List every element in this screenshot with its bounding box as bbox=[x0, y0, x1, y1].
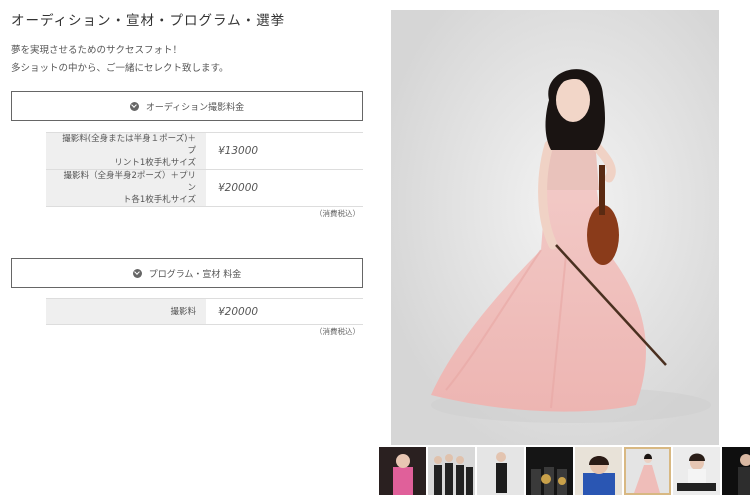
thumbnail[interactable] bbox=[477, 447, 524, 495]
accordion-program-pricing[interactable]: プログラム・宣材 料金 bbox=[11, 258, 363, 288]
thumbnail-pianist-in-white bbox=[673, 447, 720, 495]
accordion-label: プログラム・宣材 料金 bbox=[148, 269, 242, 280]
violinist-photo bbox=[391, 10, 719, 445]
thumbnail[interactable] bbox=[379, 447, 426, 495]
thumbnail-singer-in-blue bbox=[575, 447, 622, 495]
thumbnail[interactable] bbox=[624, 447, 671, 495]
thumbnail-woman-in-pink bbox=[379, 447, 426, 495]
tax-note: （消費税込） bbox=[315, 209, 360, 218]
price-table-audition: 撮影料(全身または半身１ポーズ)＋プ リント1枚手札サイズ ¥13000 撮影料（… bbox=[46, 132, 363, 207]
thumbnail[interactable] bbox=[722, 447, 750, 495]
price-row: 撮影料 ¥20000 bbox=[46, 299, 363, 325]
price-label: 撮影料(全身または半身１ポーズ)＋プ リント1枚手札サイズ bbox=[46, 133, 206, 169]
intro-text: 夢を実現させるためのサクセスフォト！ 多ショットの中から、ご一緒にセレクト致しま… bbox=[11, 42, 229, 78]
tax-note: （消費税込） bbox=[315, 327, 360, 336]
thumbnail-group-in-black bbox=[428, 447, 475, 495]
intro-line: 夢を実現させるためのサクセスフォト！ bbox=[11, 45, 183, 56]
price-table-program: 撮影料 ¥20000 bbox=[46, 298, 363, 325]
page-title: オーディション・宣材・プログラム・選挙 bbox=[11, 13, 286, 29]
chevron-down-icon bbox=[132, 268, 142, 278]
thumbnail-brass-band bbox=[526, 447, 573, 495]
chevron-down-icon bbox=[129, 101, 139, 111]
price-row: 撮影料（全身半身2ポーズ）＋プリン ト各1枚手札サイズ ¥20000 bbox=[46, 170, 363, 207]
thumbnail-man-in-dark bbox=[722, 447, 750, 495]
thumbnail-strip bbox=[379, 447, 750, 495]
intro-line: 多ショットの中から、ご一緒にセレクト致します。 bbox=[11, 63, 229, 74]
price-value: ¥20000 bbox=[218, 182, 259, 194]
thumbnail[interactable] bbox=[575, 447, 622, 495]
thumbnail-violinist-in-pink bbox=[624, 447, 671, 495]
price-row: 撮影料(全身または半身１ポーズ)＋プ リント1枚手札サイズ ¥13000 bbox=[46, 133, 363, 170]
thumbnail[interactable] bbox=[526, 447, 573, 495]
price-value: ¥13000 bbox=[218, 145, 259, 157]
price-value: ¥20000 bbox=[218, 305, 259, 318]
thumbnail-woman-in-black bbox=[477, 447, 524, 495]
accordion-label: オーディション撮影料金 bbox=[145, 102, 245, 113]
price-label: 撮影料 bbox=[46, 299, 206, 324]
main-photo bbox=[391, 10, 719, 445]
accordion-audition-pricing[interactable]: オーディション撮影料金 bbox=[11, 91, 363, 121]
thumbnail[interactable] bbox=[673, 447, 720, 495]
price-label: 撮影料（全身半身2ポーズ）＋プリン ト各1枚手札サイズ bbox=[46, 170, 206, 206]
thumbnail[interactable] bbox=[428, 447, 475, 495]
